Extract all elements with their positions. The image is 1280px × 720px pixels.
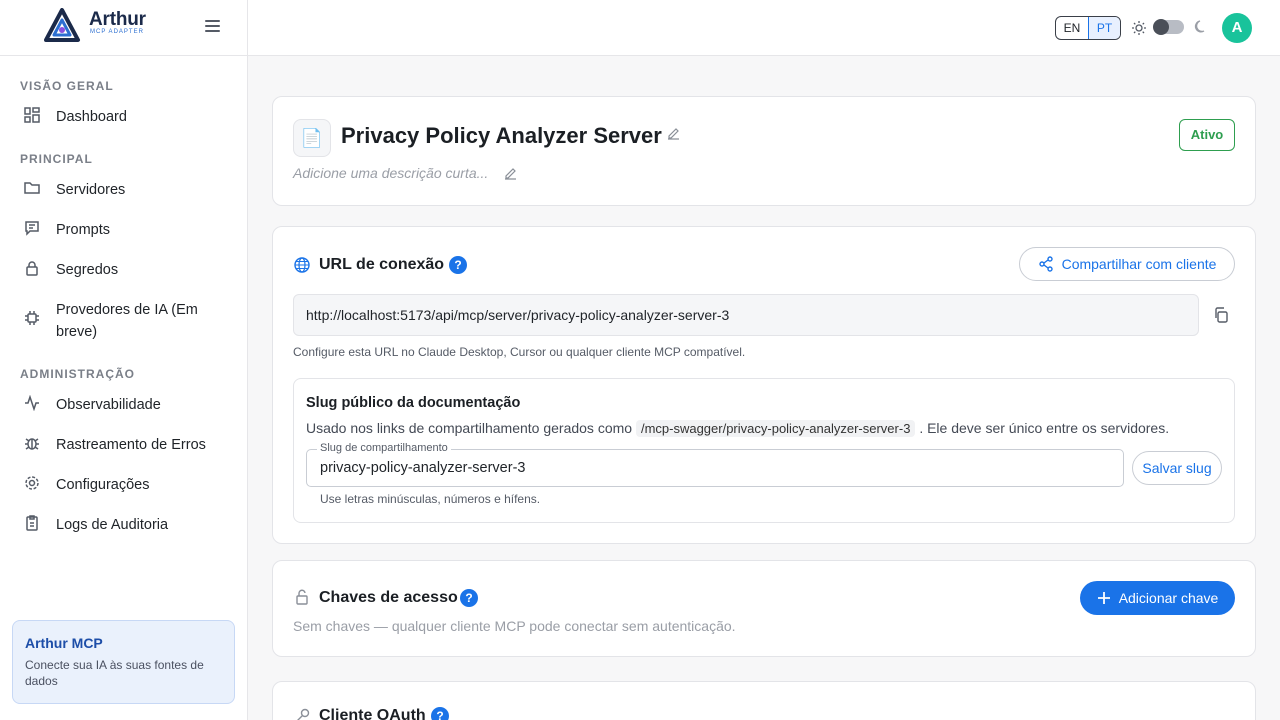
dashboard-icon [24,107,42,125]
nav-section-admin: ADMINISTRAÇÃO [20,367,135,381]
clipboard-icon [24,515,42,533]
access-keys-title: Chaves de acesso [319,589,458,606]
connection-url-help: Configure esta URL no Claude Desktop, Cu… [293,345,746,359]
sun-icon [1132,21,1146,35]
unlock-icon [296,589,308,605]
sidebar-item-audit-logs[interactable]: Logs de Auditoria [12,514,236,536]
product-info-card: Arthur MCP Conecte sua IA às suas fontes… [12,620,235,704]
sidebar-item-settings[interactable]: Configurações [12,474,236,496]
topbar: EN PT A [248,0,1280,56]
access-keys-help-icon[interactable]: ? [460,589,478,607]
slug-field: Slug de compartilhamento [306,442,1124,487]
no-keys-message: Sem chaves — qualquer cliente MCP pode c… [293,618,736,634]
message-icon [24,220,42,238]
slug-field-help: Use letras minúsculas, números e hífens. [320,492,541,506]
arthur-logo-icon [44,8,80,42]
gear-icon [24,475,42,493]
folder-icon [24,180,42,198]
slug-title: Slug público da documentação [306,395,521,411]
save-slug-button[interactable]: Salvar slug [1132,451,1222,485]
connection-url-card: URL de conexão ? Compartilhar com client… [272,226,1256,544]
lang-en-button[interactable]: EN [1056,17,1088,39]
add-key-button[interactable]: Adicionar chave [1080,581,1235,615]
connection-help-icon[interactable]: ? [449,256,467,274]
sidebar-item-prompts[interactable]: Prompts [12,219,236,241]
slug-description: Usado nos links de compartilhamento gera… [306,420,1170,437]
status-badge: Ativo [1179,119,1235,151]
description-placeholder[interactable]: Adicione uma descrição curta... [293,165,488,181]
globe-icon [294,257,310,273]
moon-icon [1194,20,1205,33]
oauth-client-card: Cliente OAuth ? [272,681,1256,720]
page-title: Privacy Policy Analyzer Server [341,123,662,148]
sidebar-item-servers[interactable]: Servidores [12,179,236,201]
product-card-description: Conecte sua IA às suas fontes de dados [25,658,204,688]
menu-toggle-icon[interactable] [205,20,220,34]
document-icon: 📄 [293,119,331,157]
slug-input[interactable] [320,450,1100,486]
chip-icon [24,310,42,328]
public-slug-panel: Slug público da documentação Usado nos l… [293,378,1235,523]
product-card-title: Arthur MCP [25,635,103,651]
share-icon [1038,256,1053,272]
lang-pt-button[interactable]: PT [1088,17,1120,39]
sidebar-item-observability[interactable]: Observabilidade [12,394,236,416]
share-button-label: Compartilhar com cliente [1061,256,1217,272]
nav-section-overview: VISÃO GERAL [20,79,114,93]
avatar[interactable]: A [1222,13,1252,43]
add-key-label: Adicionar chave [1118,590,1219,606]
edit-description-icon[interactable] [504,167,517,180]
server-header-card: 📄 Privacy Policy Analyzer Server Adicion… [272,96,1256,206]
sidebar-item-dashboard[interactable]: Dashboard [12,106,236,128]
activity-icon [24,394,42,413]
sidebar-item-secrets[interactable]: Segredos [12,259,236,281]
theme-toggle[interactable] [1153,19,1184,35]
share-with-client-button[interactable]: Compartilhar com cliente [1019,247,1235,281]
lock-icon [24,260,42,278]
copy-icon[interactable] [1213,307,1229,323]
sidebar: Arthur MCP ADAPTER VISÃO GERAL Dashboard… [0,0,248,720]
oauth-help-icon[interactable]: ? [431,707,449,720]
sidebar-item-ai-providers[interactable]: Provedores de IA (Em breve) [12,299,212,343]
sidebar-item-error-tracking[interactable]: Rastreamento de Erros [12,434,236,456]
slug-path-code: /mcp-swagger/privacy-policy-analyzer-ser… [635,420,916,437]
connection-url-title: URL de conexão [319,256,445,273]
bug-icon [24,435,42,453]
brand-name: Arthur [89,9,146,30]
key-icon [297,708,310,720]
brand-subtitle: MCP ADAPTER [90,29,144,35]
plus-icon [1097,592,1110,604]
connection-url-field[interactable]: http://localhost:5173/api/mcp/server/pri… [293,294,1199,336]
nav-section-main: PRINCIPAL [20,152,93,166]
language-switcher: EN PT [1055,16,1121,40]
edit-title-icon[interactable] [667,127,680,140]
access-keys-card: Chaves de acesso ? Adicionar chave Sem c… [272,560,1256,657]
oauth-client-title: Cliente OAuth [319,707,426,720]
